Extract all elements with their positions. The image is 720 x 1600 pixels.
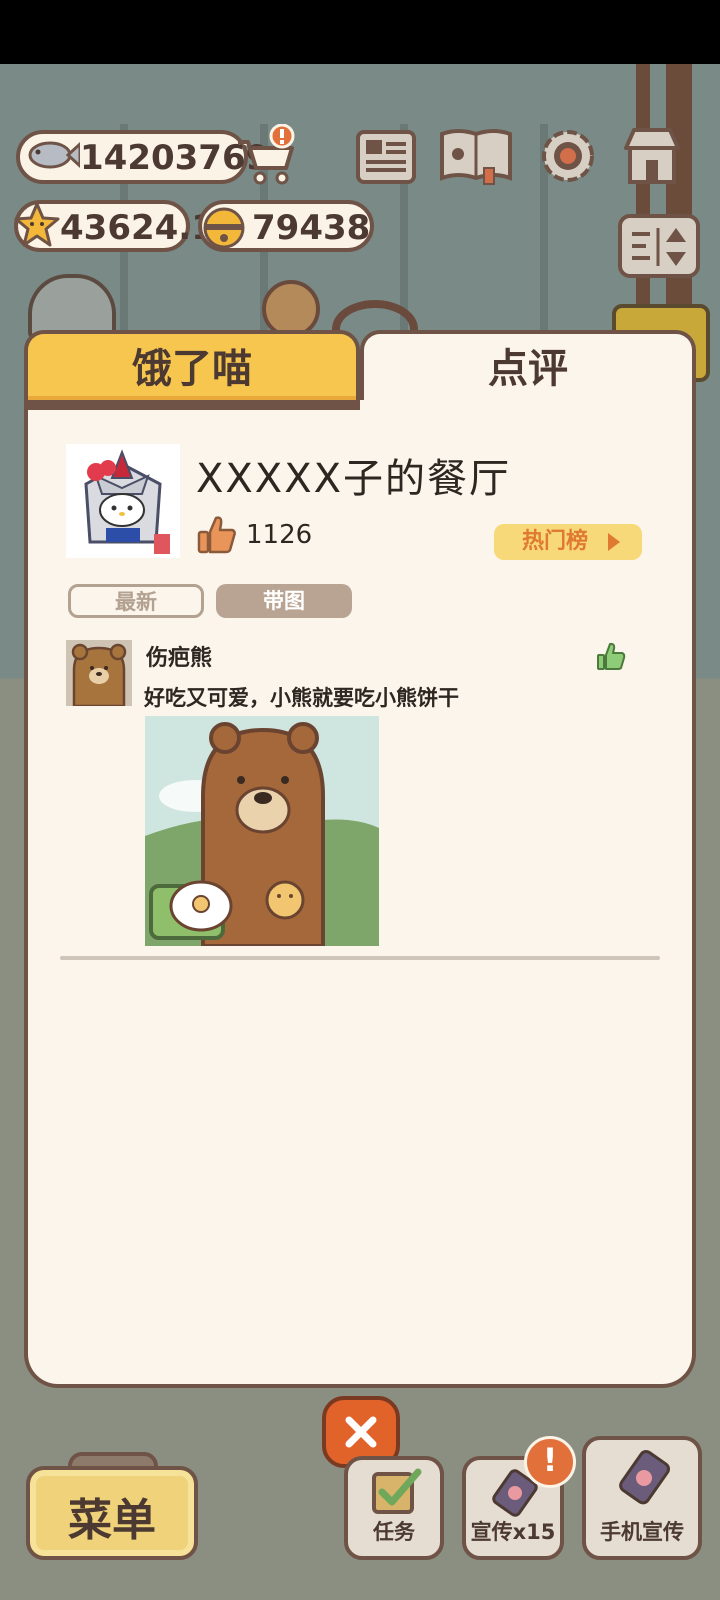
review-text: 好吃又可爱，小熊就要吃小熊饼干 — [144, 686, 459, 710]
thumbs-up-icon — [197, 516, 236, 554]
reviewer-avatar — [66, 640, 132, 706]
shop-icon[interactable] — [620, 124, 684, 188]
shopping-cart-icon[interactable] — [234, 124, 298, 188]
sort-arrows-icon — [632, 228, 686, 266]
menu-button[interactable]: 菜单 — [26, 1466, 198, 1560]
restaurant-avatar — [66, 444, 180, 558]
phone-promotion-label: 手机宣传 — [600, 1520, 684, 1544]
close-icon — [345, 1416, 377, 1448]
checklist-icon — [372, 1468, 422, 1514]
phone-promotion-button[interactable]: 手机宣传 — [582, 1436, 702, 1560]
reviewer-name: 伤疤熊 — [146, 646, 213, 671]
task-button[interactable]: 任务 — [344, 1456, 444, 1560]
restaurant-like-count: 1126 — [246, 520, 313, 550]
hot-list-button[interactable]: 热门榜 — [494, 524, 642, 560]
filter-with-image[interactable]: 带图 — [216, 584, 352, 618]
bell-count: 79438 — [252, 208, 371, 248]
task-label: 任务 — [373, 1520, 415, 1544]
star-icon — [14, 202, 60, 247]
phone-icon — [619, 1450, 671, 1505]
sort-toggle-button[interactable] — [618, 214, 700, 278]
fish-currency[interactable]: 14203769 — [16, 130, 269, 184]
bell-currency[interactable]: 79438 — [198, 200, 374, 252]
star-count: 43624.1 — [60, 208, 215, 248]
tab-hungry-meow[interactable]: 饿了喵 — [24, 330, 360, 406]
menu-label: 菜单 — [68, 1495, 156, 1546]
settings-gear-icon[interactable] — [536, 124, 600, 188]
promotion-alert-icon: ! — [524, 1436, 576, 1488]
restaurant-name: XXXXX子的餐厅 — [196, 456, 512, 502]
promotion-label: 宣传x15 — [470, 1520, 556, 1544]
review-divider — [60, 956, 660, 960]
newspaper-icon[interactable] — [354, 126, 418, 190]
hot-list-label: 热门榜 — [522, 529, 589, 554]
like-review-icon[interactable] — [596, 642, 626, 672]
recipe-book-icon[interactable] — [438, 124, 514, 188]
chevron-right-icon — [608, 533, 620, 551]
status-bar — [0, 0, 720, 64]
filter-newest[interactable]: 最新 — [68, 584, 204, 618]
review-photo[interactable] — [145, 716, 379, 946]
tab-review[interactable]: 点评 — [360, 330, 696, 406]
fish-icon — [28, 141, 80, 169]
tab-divider — [24, 400, 360, 410]
bell-icon — [203, 207, 245, 249]
star-currency[interactable]: 43624.1 — [14, 200, 215, 252]
